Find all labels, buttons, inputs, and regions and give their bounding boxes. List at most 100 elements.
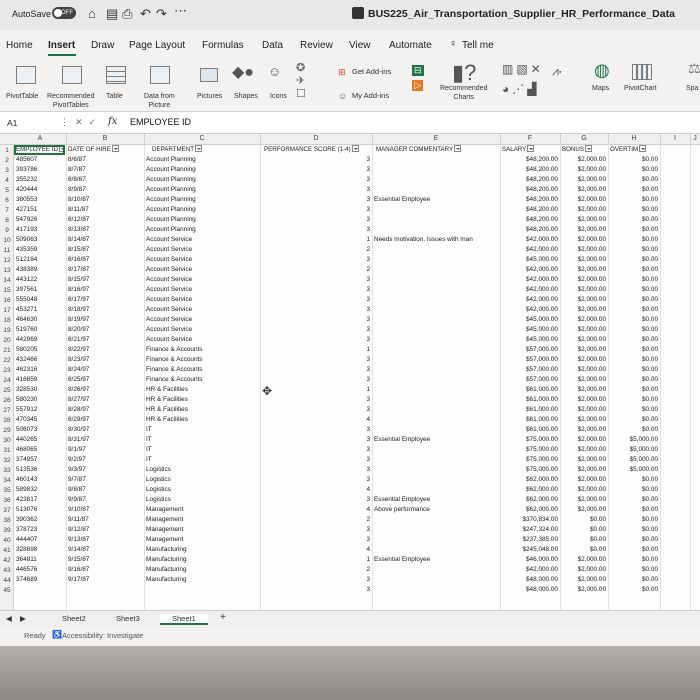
table-cell[interactable]: $42,000.00	[502, 265, 558, 275]
add-sheet-icon[interactable]: +	[220, 612, 226, 623]
table-cell[interactable]: $62,000.00	[502, 475, 558, 485]
table-cell[interactable]: $2,000.00	[562, 355, 606, 365]
table-icon[interactable]	[106, 66, 126, 84]
table-cell[interactable]: 8/10/87	[68, 195, 142, 205]
table-cell[interactable]: 423817	[16, 495, 64, 505]
table-cell[interactable]: 513536	[16, 465, 64, 475]
table-cell[interactable]: $0.00	[610, 305, 658, 315]
charts-gallery-row2-icon[interactable]: ◕⋰▟	[502, 82, 539, 96]
table-cell[interactable]: $2,000.00	[562, 555, 606, 565]
table-cell[interactable]: 3	[260, 165, 370, 175]
table-cell[interactable]: $48,200.00	[502, 175, 558, 185]
table-cell[interactable]: $48,200.00	[502, 215, 558, 225]
table-cell[interactable]: IT	[146, 455, 258, 465]
table-cell[interactable]: 3	[260, 495, 370, 505]
pivot-table-label[interactable]: PivotTable	[6, 92, 38, 101]
table-cell[interactable]: Finance & Accounts	[146, 345, 258, 355]
table-cell[interactable]: $2,000.00	[562, 365, 606, 375]
my-addins-button[interactable]: My Add-ins	[352, 91, 389, 100]
table-cell[interactable]: 8/15/97	[68, 275, 142, 285]
table-cell[interactable]: Management	[146, 535, 258, 545]
save-icon[interactable]: ▤	[106, 6, 118, 22]
table-cell[interactable]: $62,000.00	[502, 495, 558, 505]
data-from-picture-label[interactable]: Data from Picture	[144, 92, 175, 110]
table-cell[interactable]: $2,000.00	[562, 435, 606, 445]
table-cell[interactable]: $0.00	[610, 405, 658, 415]
table-cell[interactable]: $48,200.00	[502, 205, 558, 215]
table-cell[interactable]: $2,000.00	[562, 395, 606, 405]
table-cell[interactable]: Finance & Accounts	[146, 355, 258, 365]
recommended-pivot-label[interactable]: Recommended PivotTables	[47, 92, 94, 110]
home-icon[interactable]: ⌂	[88, 6, 96, 21]
table-cell[interactable]: $0.00	[610, 485, 658, 495]
table-cell[interactable]: HR & Facilities	[146, 395, 258, 405]
table-cell[interactable]: $2,000.00	[562, 235, 606, 245]
table-cell[interactable]: Manufacturing	[146, 565, 258, 575]
table-cell[interactable]: $0.00	[610, 385, 658, 395]
icons-label[interactable]: Icons	[270, 92, 287, 101]
table-cell[interactable]: 4	[260, 415, 370, 425]
table-cell[interactable]: 9/14/87	[68, 545, 142, 555]
tab-review[interactable]: Review	[300, 40, 333, 51]
table-cell[interactable]: 416859	[16, 375, 64, 385]
table-cell[interactable]: Essential Employee	[374, 555, 504, 565]
table-cell[interactable]: 397561	[16, 285, 64, 295]
column-header-f[interactable]: F	[500, 135, 560, 142]
recommended-pivot-icon[interactable]	[62, 66, 82, 84]
table-cell[interactable]: $42,000.00	[502, 305, 558, 315]
table-cell[interactable]: 8/21/97	[68, 335, 142, 345]
table-cell[interactable]: $0.00	[610, 285, 658, 295]
selected-cell-a1[interactable]	[14, 145, 65, 155]
table-cell[interactable]: $42,000.00	[502, 565, 558, 575]
get-addins-icon[interactable]: ⊞	[338, 67, 346, 78]
table-cell[interactable]: 8/19/97	[68, 315, 142, 325]
visio-icon[interactable]: ⊟	[412, 65, 424, 76]
table-cell[interactable]: $2,000.00	[562, 445, 606, 455]
table-cell[interactable]: 364811	[16, 555, 64, 565]
table-cell[interactable]: $0.00	[610, 505, 658, 515]
table-cell[interactable]: 1	[260, 235, 370, 245]
table-cell[interactable]: 9/7/87	[68, 475, 142, 485]
table-cell[interactable]: $2,000.00	[562, 385, 606, 395]
table-cell[interactable]: $45,000.00	[502, 255, 558, 265]
table-cell[interactable]: $45,000.00	[502, 315, 558, 325]
table-cell[interactable]: 9/9/87	[68, 495, 142, 505]
table-cell[interactable]: 8/18/97	[68, 305, 142, 315]
table-cell[interactable]: 3	[260, 355, 370, 365]
table-cell[interactable]: 462316	[16, 365, 64, 375]
table-cell[interactable]: 8/30/97	[68, 425, 142, 435]
table-cell[interactable]: 9/17/87	[68, 575, 142, 585]
table-cell[interactable]: $0.00	[610, 495, 658, 505]
tab-insert[interactable]: Insert	[48, 40, 75, 51]
table-cell[interactable]: IT	[146, 425, 258, 435]
table-cell[interactable]: 8/17/87	[68, 265, 142, 275]
table-cell[interactable]: 4	[260, 505, 370, 515]
table-cell[interactable]: 4	[260, 545, 370, 555]
pivot-chart-label[interactable]: PivotChart	[624, 84, 657, 93]
table-cell[interactable]: 2	[260, 245, 370, 255]
accessibility-status[interactable]: Accessibility: Investigate	[62, 631, 143, 640]
pivot-chart-icon[interactable]	[632, 64, 652, 80]
table-cell[interactable]: Account Planning	[146, 225, 258, 235]
table-cell[interactable]: 432466	[16, 355, 64, 365]
table-cell[interactable]: $2,000.00	[562, 255, 606, 265]
table-cell[interactable]: 378723	[16, 525, 64, 535]
table-cell[interactable]: $2,000.00	[562, 565, 606, 575]
table-cell[interactable]: $48,200.00	[502, 195, 558, 205]
table-cell[interactable]: $45,000.00	[502, 325, 558, 335]
table-cell[interactable]: $42,000.00	[502, 235, 558, 245]
table-cell[interactable]: 8/14/87	[68, 235, 142, 245]
table-cell[interactable]: 8/11/87	[68, 205, 142, 215]
table-cell[interactable]: 3	[260, 315, 370, 325]
table-cell[interactable]: 2	[260, 265, 370, 275]
table-cell[interactable]: 3	[260, 375, 370, 385]
tab-data[interactable]: Data	[262, 40, 283, 51]
table-cell[interactable]: $42,000.00	[502, 285, 558, 295]
table-label[interactable]: Table	[106, 92, 123, 101]
table-cell[interactable]: $62,000.00	[502, 505, 558, 515]
shapes-icon[interactable]: ◆●	[232, 62, 254, 82]
function-icon[interactable]: fx	[108, 116, 117, 127]
table-cell[interactable]: 3	[260, 275, 370, 285]
table-cell[interactable]: 8/26/97	[68, 385, 142, 395]
table-cell[interactable]: Account Service	[146, 305, 258, 315]
